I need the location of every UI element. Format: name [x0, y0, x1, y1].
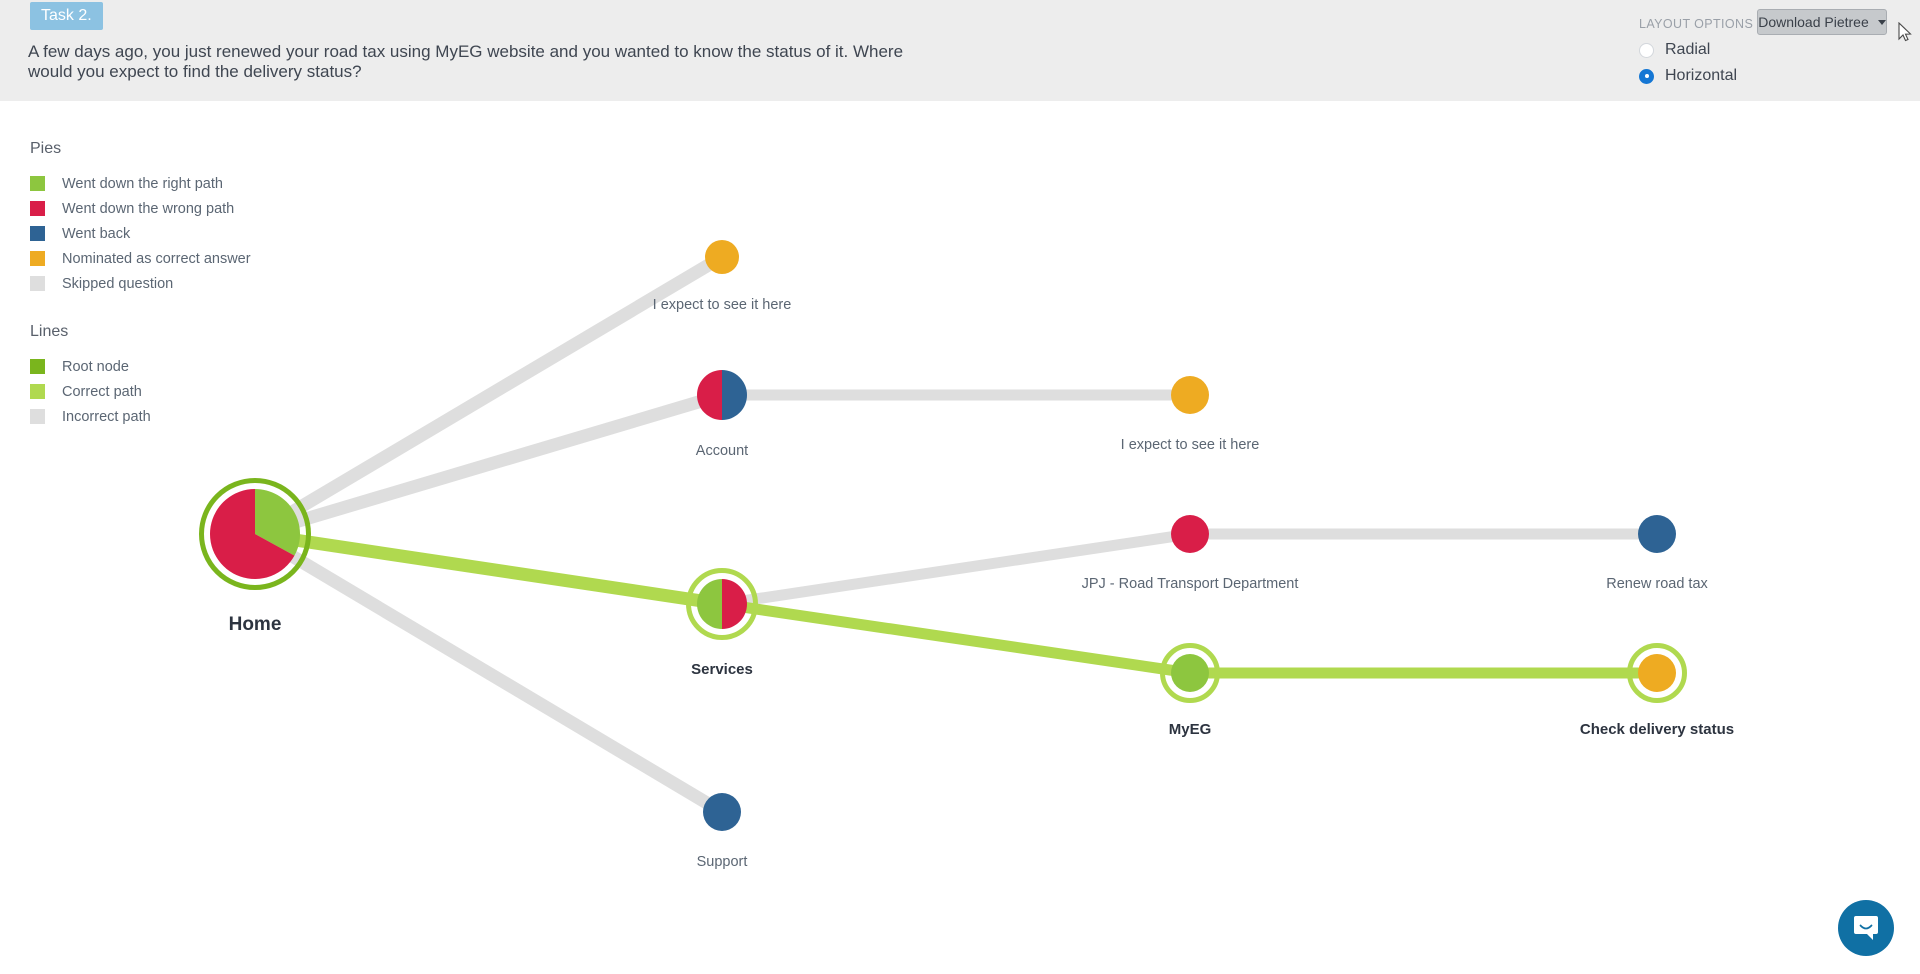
tree-node-label-myeg: MyEG — [1168, 721, 1212, 738]
legend-item-pie-2: Went back — [30, 221, 290, 246]
tree-node-pie-slice-nominated — [1171, 376, 1209, 414]
legend-pies-title: Pies — [30, 140, 62, 157]
tree-edge-home-to-services — [254, 527, 723, 611]
legend-pies-list: Went down the right path Went down the wr… — [30, 171, 290, 296]
radio-radial-label: Radial — [1665, 41, 1711, 58]
tree-node-support[interactable] — [703, 793, 741, 831]
tree-node-expect-top[interactable] — [705, 240, 739, 274]
tree-edge-services-to-jpj — [721, 528, 1191, 610]
tree-node-myeg[interactable] — [1160, 643, 1220, 703]
tree-node-check[interactable] — [1627, 643, 1687, 703]
legend-swatch-icon — [30, 201, 45, 216]
tree-edge-home-to-support — [251, 528, 726, 818]
chat-bubble-icon — [1854, 916, 1878, 940]
tree-node-label-renew: Renew road tax — [1606, 576, 1708, 592]
legend-swatch-icon — [30, 276, 45, 291]
tree-node-renew[interactable] — [1638, 515, 1676, 553]
tree-node-label-jpj: JPJ - Road Transport Department — [1081, 576, 1299, 592]
legend-item-pie-4: Skipped question — [30, 271, 290, 296]
legend-item-pie-0: Went down the right path — [30, 171, 290, 196]
task-question: A few days ago, you just renewed your ro… — [28, 42, 904, 81]
legend-swatch-icon — [30, 251, 45, 266]
tree-node-services[interactable] — [686, 568, 758, 640]
legend-item-label: Incorrect path — [62, 408, 151, 425]
tree-node-ring — [1627, 643, 1687, 703]
radio-option-radial[interactable]: Radial — [1639, 41, 1779, 59]
legend-item-label: Went down the right path — [62, 175, 223, 192]
tree-node-label-expect-right: I expect to see it here — [1120, 437, 1260, 453]
radio-horizontal-label: Horizontal — [1665, 67, 1738, 84]
tree-node-pie-slice-nominated — [705, 240, 739, 274]
legend-lines-title: Lines — [30, 323, 69, 340]
radio-radial-indicator[interactable] — [1639, 42, 1654, 58]
tree-node-label-support: Support — [696, 854, 748, 870]
legend-swatch-icon — [30, 384, 45, 399]
legend-panel: Pies Went down the right path Went down t… — [30, 140, 290, 429]
tree-node-expect-right[interactable] — [1171, 376, 1209, 414]
legend-item-pie-3: Nominated as correct answer — [30, 246, 290, 271]
tree-edge-services-to-myeg — [721, 598, 1191, 679]
legend-swatch-icon — [30, 409, 45, 424]
tree-node-pie-slice-went_back — [703, 793, 741, 831]
page-header: Task 2. A few days ago, you just renewed… — [0, 0, 1920, 101]
legend-item-line-1: Correct path — [30, 379, 290, 404]
tree-node-pie-slice-nominated — [1638, 654, 1676, 692]
tree-node-account[interactable] — [697, 370, 747, 420]
tree-node-pie-slice-right_path — [1171, 654, 1209, 692]
radio-option-horizontal[interactable]: Horizontal — [1639, 67, 1779, 85]
tree-node-pie-slice-wrong_path — [697, 370, 722, 420]
intercom-launcher-button[interactable] — [1838, 900, 1894, 956]
tree-node-ring — [686, 568, 758, 640]
legend-swatch-icon — [30, 226, 45, 241]
legend-item-line-0: Root node — [30, 354, 290, 379]
legend-item-label: Went down the wrong path — [62, 200, 235, 217]
legend-item-pie-1: Went down the wrong path — [30, 196, 290, 221]
tree-node-label-expect-top: I expect to see it here — [652, 297, 792, 313]
legend-item-label: Correct path — [62, 383, 142, 400]
mouse-cursor-icon — [1898, 22, 1912, 42]
tree-node-pie-slice-went_back — [722, 370, 747, 420]
download-pietree-label: Download Pietree — [1758, 14, 1869, 30]
radio-horizontal-indicator[interactable] — [1639, 68, 1654, 84]
tree-node-ring — [1160, 643, 1220, 703]
tree-node-pie-slice-right_path — [255, 489, 300, 556]
legend-item-label: Skipped question — [62, 275, 174, 292]
tree-node-home[interactable] — [199, 478, 311, 590]
legend-item-line-2: Incorrect path — [30, 404, 290, 429]
tree-node-label-check: Check delivery status — [1579, 721, 1735, 738]
tree-node-pie-slice-wrong_path — [209, 489, 295, 579]
legend-item-label: Went back — [62, 225, 131, 242]
tree-node-ring — [199, 478, 311, 590]
tree-node-label-account: Account — [695, 443, 749, 459]
tree-node-label-home: Home — [228, 614, 282, 635]
tree-node-pie-slice-went_back — [1638, 515, 1676, 553]
task-badge: Task 2. — [30, 2, 103, 30]
legend-item-label: Nominated as correct answer — [62, 250, 251, 267]
legend-swatch-icon — [30, 359, 45, 374]
tree-node-pie-slice-right_path — [697, 579, 722, 629]
download-pietree-button[interactable]: Download Pietree — [1757, 9, 1887, 35]
tree-edge-home-to-account — [253, 388, 724, 541]
chevron-down-icon — [1877, 19, 1886, 25]
tree-node-pie-slice-wrong_path — [1171, 515, 1209, 553]
tree-node-jpj[interactable] — [1171, 515, 1209, 553]
tree-node-label-services: Services — [691, 661, 753, 678]
tree-node-pie-slice-wrong_path — [722, 579, 747, 629]
legend-lines-list: Root node Correct path Incorrect path — [30, 354, 290, 429]
pietree-page: Task 2. A few days ago, you just renewed… — [0, 0, 1920, 974]
legend-item-label: Root node — [62, 358, 129, 375]
legend-swatch-icon — [30, 176, 45, 191]
